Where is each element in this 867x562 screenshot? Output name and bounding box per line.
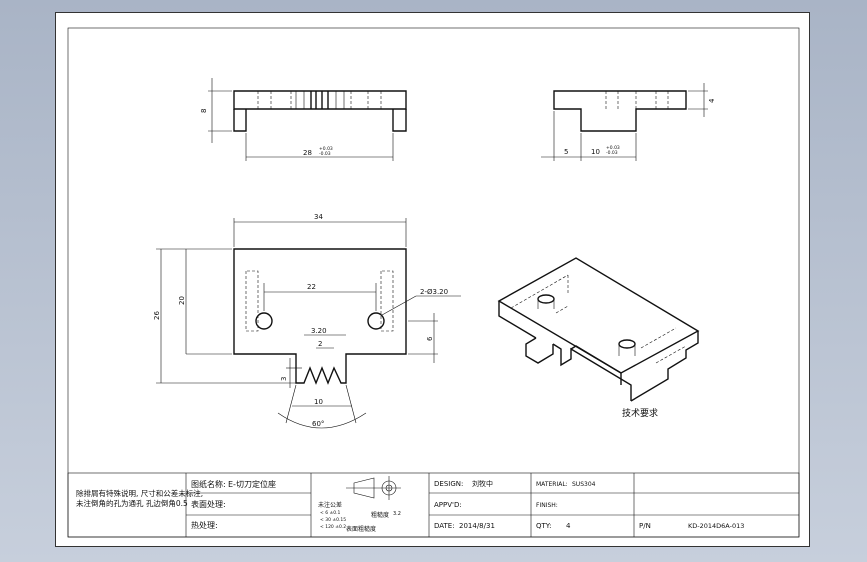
dim-22: 22	[307, 283, 316, 291]
plan-view: 34 26 20 22 2-Ø3.20 3.20 2 6 3 10 60°	[153, 213, 461, 429]
drawing-name: E-切刀定位座	[228, 479, 276, 489]
dim-20: 20	[178, 296, 186, 305]
dim-34: 34	[314, 213, 323, 221]
material-label: MATERIAL:	[536, 481, 568, 488]
dim-4: 4	[708, 98, 716, 103]
date-value: 2014/8/31	[459, 522, 495, 530]
iso-hole-left	[537, 294, 555, 304]
inner-frame	[67, 27, 800, 538]
roughness-value: 3.2	[393, 511, 401, 517]
approved-label: APPV'D:	[434, 501, 462, 509]
front-view: 8 28 +0.03 -0.03	[200, 78, 407, 161]
tol-line-3: < 120 ±0.2	[320, 524, 346, 530]
dim-v-width: 10	[314, 398, 323, 406]
side-view: 4 5 10 +0.03 -0.03	[541, 83, 716, 161]
heat-label: 热处理:	[191, 520, 218, 530]
qty-label: QTY:	[536, 522, 552, 530]
surface-label: 表面处理:	[191, 499, 226, 509]
dim-5: 5	[564, 148, 568, 156]
hole-callout: 2-Ø3.20	[420, 288, 448, 296]
design-label: DESIGN:	[434, 480, 463, 488]
qty-value: 4	[566, 522, 571, 530]
dim-10-tol-lower: -0.03	[606, 150, 618, 156]
dim-2: 2	[318, 340, 322, 348]
dim-3: 3	[280, 377, 288, 381]
surface-mark-label: 表面粗糙度	[346, 525, 376, 533]
drawing-name-label: 图纸名称:	[191, 479, 226, 489]
dim-28-tol-lower: -0.03	[319, 151, 331, 157]
dim-28: 28	[303, 149, 312, 157]
date-label: DATE:	[434, 522, 455, 530]
hole-left	[255, 312, 273, 330]
tol-label: 未注公差	[318, 501, 342, 509]
drawing-canvas: 8 28 +0.03 -0.03 4 5 10 +0.03 -0.03 34 2…	[67, 27, 800, 538]
iso-hole-right	[618, 339, 636, 349]
tol-line-2: < 30 ±0.15	[320, 517, 346, 523]
dim-10: 10	[591, 148, 600, 156]
dim-8: 8	[200, 109, 208, 113]
finish-label: FINISH:	[536, 502, 558, 509]
title-block: 除排屑有特殊说明, 尺寸和公差未标注, 未注倒角的孔为通孔 孔边倒角0.5 图纸…	[67, 472, 800, 538]
design-value: 刘牧中	[472, 479, 493, 488]
pn-label: P/N	[639, 522, 651, 530]
roughness-label: 粗糙度	[371, 511, 389, 519]
dim-6: 6	[426, 336, 434, 341]
hole-right	[367, 312, 385, 330]
material-value: SUS304	[572, 481, 596, 488]
pn-value: KD-2014D6A-013	[688, 522, 744, 530]
drawing-sheet: 8 28 +0.03 -0.03 4 5 10 +0.03 -0.03 34 2…	[55, 12, 810, 547]
dim-v-angle: 60°	[312, 420, 324, 428]
dim-26: 26	[153, 311, 161, 320]
isometric-view: 技术要求	[497, 257, 700, 419]
tol-line-1: < 6 ±0.1	[320, 510, 341, 516]
dim-3-20: 3.20	[311, 327, 327, 335]
iso-label: 技术要求	[622, 407, 658, 419]
